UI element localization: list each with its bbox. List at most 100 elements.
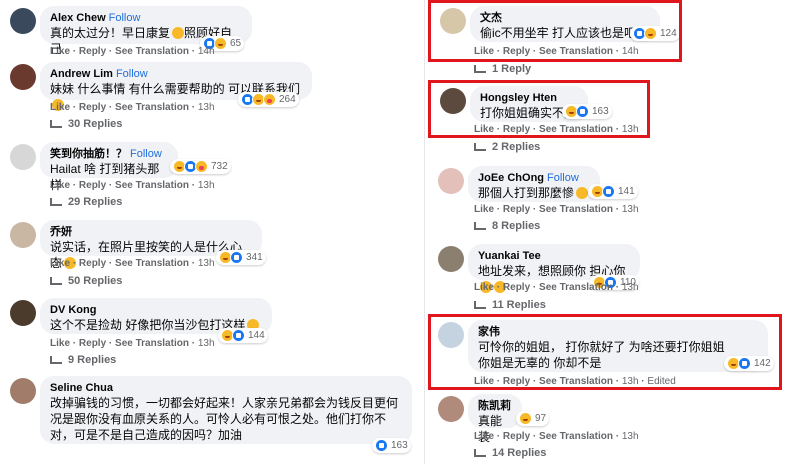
replies-count[interactable]: 2 Replies [492, 141, 540, 153]
follow-link[interactable]: Follow [116, 68, 148, 80]
comment-bubble: JoEe ChOng Follow 那個人打到那麼慘 [468, 166, 600, 202]
replies-count[interactable]: 14 Replies [492, 447, 546, 459]
view-replies-link[interactable]: 9 Replies [50, 354, 116, 366]
like-button[interactable]: Like [50, 338, 70, 349]
view-replies-link[interactable]: 11 Replies [474, 299, 546, 311]
avatar[interactable] [10, 64, 36, 90]
commenter-name[interactable]: Seline Chua [50, 382, 113, 394]
see-translation-link[interactable]: See Translation [115, 102, 189, 113]
comment-text: 改掉骗钱的习惯，一切都会好起来！人家亲兄弟都会为钱反目更何况是跟你没有血原关系的… [50, 396, 399, 442]
comment-actions: Like · Reply · See Translation · 13h [50, 180, 215, 191]
commenter-name[interactable]: 陈凯莉 [478, 400, 511, 412]
view-replies-link[interactable]: 14 Replies [474, 447, 546, 459]
reaction-summary[interactable]: 97 [516, 411, 550, 426]
see-translation-link[interactable]: See Translation [115, 46, 189, 57]
replies-count[interactable]: 50 Replies [68, 275, 122, 287]
view-replies-link[interactable]: 30 Replies [50, 118, 122, 130]
commenter-name[interactable]: Yuankai Tee [478, 250, 541, 262]
avatar[interactable] [438, 246, 464, 272]
commenter-name[interactable]: DV Kong [50, 304, 96, 316]
see-translation-link[interactable]: See Translation [115, 180, 189, 191]
like-button[interactable]: Like [474, 204, 494, 215]
reply-button[interactable]: Reply [79, 338, 106, 349]
comment-actions: Like · Reply · See Translation · 13h [474, 431, 639, 442]
avatar[interactable] [10, 300, 36, 326]
reaction-summary[interactable]: 163 [372, 438, 411, 453]
view-replies-link[interactable]: 8 Replies [474, 220, 540, 232]
timestamp[interactable]: 13h [198, 258, 215, 269]
timestamp[interactable]: 13h [622, 204, 639, 215]
haha-reaction-icon [519, 412, 532, 425]
like-button[interactable]: Like [50, 102, 70, 113]
reaction-summary[interactable]: 341 [216, 250, 266, 265]
see-translation-link[interactable]: See Translation [539, 204, 613, 215]
see-translation-link[interactable]: See Translation [115, 338, 189, 349]
follow-link[interactable]: Follow [130, 148, 162, 160]
comment-text: 这个不是捡劫 好像把你当沙包打这样 [50, 318, 246, 332]
avatar[interactable] [438, 168, 464, 194]
timestamp[interactable]: 13h [198, 338, 215, 349]
avatar[interactable] [438, 396, 464, 422]
view-replies-link[interactable]: 1 Reply [474, 63, 531, 75]
view-replies-link[interactable]: 50 Replies [50, 275, 122, 287]
like-reaction-icon [230, 251, 243, 264]
replies-count[interactable]: 30 Replies [68, 118, 122, 130]
reply-button[interactable]: Reply [79, 180, 106, 191]
emoji-icon [576, 187, 589, 199]
timestamp[interactable]: 13h [198, 180, 215, 191]
reaction-count: 65 [230, 38, 242, 49]
commenter-name[interactable]: 笑到你抽筋！？ [50, 148, 127, 160]
comment-actions: Like · Reply · See Translation · 13h [474, 282, 639, 293]
replies-count[interactable]: 8 Replies [492, 220, 540, 232]
timestamp[interactable]: 13h [198, 102, 215, 113]
reply-arrow-icon [50, 277, 62, 285]
commenter-name[interactable]: Andrew Lim [50, 68, 113, 80]
replies-count[interactable]: 29 Replies [68, 196, 122, 208]
reaction-summary[interactable]: 264 [238, 92, 299, 107]
reply-button[interactable]: Reply [503, 282, 530, 293]
reply-arrow-icon [474, 301, 486, 309]
reply-button[interactable]: Reply [79, 46, 106, 57]
like-button[interactable]: Like [50, 46, 70, 57]
replies-count[interactable]: 9 Replies [68, 354, 116, 366]
reaction-summary[interactable]: 732 [170, 159, 231, 174]
commenter-name[interactable]: Alex Chew [50, 12, 106, 24]
emoji-icon [172, 27, 185, 39]
like-button[interactable]: Like [50, 180, 70, 191]
replies-count[interactable]: 1 Reply [492, 63, 531, 75]
reaction-summary[interactable]: 141 [588, 184, 638, 199]
reaction-summary[interactable]: 144 [218, 328, 268, 343]
reply-button[interactable]: Reply [503, 431, 530, 442]
see-translation-link[interactable]: See Translation [115, 258, 189, 269]
reply-arrow-icon [474, 222, 486, 230]
reply-button[interactable]: Reply [79, 102, 106, 113]
like-reaction-icon [602, 185, 615, 198]
timestamp[interactable]: 14h [198, 46, 215, 57]
view-replies-link[interactable]: 29 Replies [50, 196, 122, 208]
care-reaction-icon [195, 160, 208, 173]
see-translation-link[interactable]: See Translation [539, 431, 613, 442]
highlight-box [428, 80, 650, 138]
column-divider [424, 0, 425, 464]
see-translation-link[interactable]: See Translation [539, 282, 613, 293]
timestamp[interactable]: 13h [622, 431, 639, 442]
reply-button[interactable]: Reply [79, 258, 106, 269]
like-button[interactable]: Like [474, 431, 494, 442]
timestamp[interactable]: 13h [622, 282, 639, 293]
replies-count[interactable]: 11 Replies [492, 299, 546, 311]
like-button[interactable]: Like [50, 258, 70, 269]
reaction-count: 341 [246, 252, 263, 263]
like-button[interactable]: Like [474, 282, 494, 293]
follow-link[interactable]: Follow [547, 172, 579, 184]
avatar[interactable] [10, 144, 36, 170]
commenter-name[interactable]: JoEe ChOng [478, 172, 544, 184]
reply-button[interactable]: Reply [503, 204, 530, 215]
commenter-name[interactable]: 乔妍 [50, 226, 72, 238]
avatar[interactable] [10, 222, 36, 248]
avatar[interactable] [10, 8, 36, 34]
avatar[interactable] [10, 378, 36, 404]
reply-arrow-icon [50, 356, 62, 364]
highlight-box [428, 314, 782, 390]
follow-link[interactable]: Follow [109, 12, 141, 24]
view-replies-link[interactable]: 2 Replies [474, 141, 540, 153]
